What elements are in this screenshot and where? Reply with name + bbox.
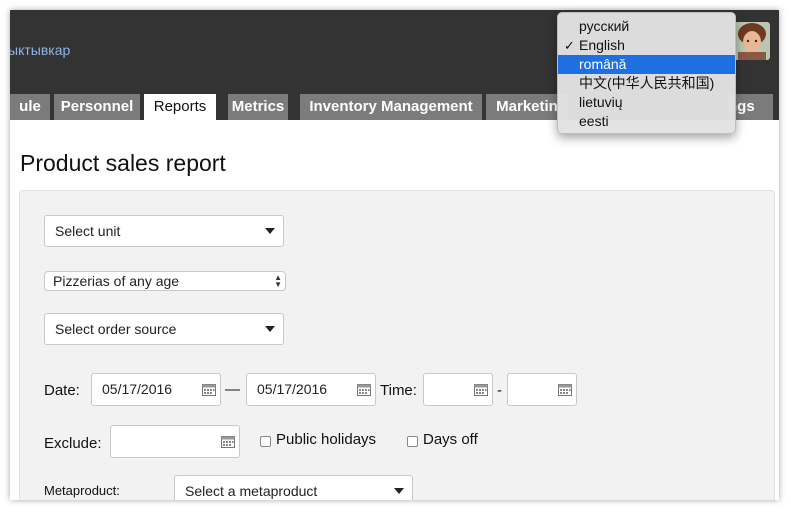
date-to-value: 05/17/2016 — [257, 381, 328, 397]
calendar-icon[interactable] — [202, 383, 216, 396]
order-source-select[interactable]: Select order source — [44, 313, 284, 345]
days-off-label: Days off — [423, 431, 478, 448]
date-from-input[interactable]: 05/17/2016 — [91, 373, 221, 406]
exclude-label: Exclude: — [44, 435, 102, 452]
pizzeria-age-select-value: Pizzerias of any age — [53, 273, 180, 289]
time-to-input[interactable] — [507, 373, 577, 406]
up-down-arrows-icon: ▲ ▼ — [274, 273, 282, 289]
language-option-romanian[interactable]: română — [558, 55, 735, 74]
chevron-down-icon — [265, 326, 275, 332]
chevron-down-icon — [394, 488, 404, 494]
calendar-icon[interactable] — [221, 435, 235, 448]
date-from-value: 05/17/2016 — [102, 381, 173, 397]
date-label: Date: — [44, 382, 80, 399]
time-label: Time: — [380, 382, 417, 399]
language-option-russian[interactable]: русский — [558, 17, 735, 36]
date-separator: — — [225, 381, 240, 398]
tab-marketing[interactable]: Marketin — [486, 94, 568, 120]
calendar-icon[interactable] — [558, 383, 572, 396]
time-from-input[interactable] — [423, 373, 493, 406]
main-content: Product sales report Select unit Pizzeri… — [10, 120, 779, 500]
unit-select-value: Select unit — [55, 223, 121, 239]
language-option-label: русский — [579, 18, 630, 34]
tab-reports[interactable]: Reports — [144, 94, 216, 120]
unit-select[interactable]: Select unit — [44, 215, 284, 247]
language-menu: русский ✓ English română 中文(中华人民共和国) lie… — [557, 12, 736, 134]
tab-metrics[interactable]: Metrics — [228, 94, 288, 120]
chevron-down-icon — [265, 228, 275, 234]
language-option-label: English — [579, 37, 625, 53]
public-holidays-checkbox[interactable] — [260, 436, 271, 447]
page-title: Product sales report — [20, 150, 226, 176]
city-link[interactable]: ыктывкар — [10, 42, 70, 58]
days-off-checkbox[interactable] — [407, 436, 418, 447]
language-option-estonian[interactable]: eesti — [558, 112, 735, 131]
language-option-label: română — [579, 56, 627, 72]
language-option-lithuanian[interactable]: lietuvių — [558, 93, 735, 112]
language-option-label: eesti — [579, 113, 609, 129]
exclude-date-input[interactable] — [110, 425, 240, 458]
filter-panel: Select unit Pizzerias of any age ▲ ▼ Sele… — [19, 190, 775, 500]
language-option-label: 中文(中华人民共和国) — [579, 75, 715, 91]
language-option-label: lietuvių — [579, 94, 623, 110]
tab-personnel[interactable]: Personnel — [54, 94, 140, 120]
order-source-select-value: Select order source — [55, 321, 177, 337]
public-holidays-label: Public holidays — [276, 431, 377, 448]
tab-inventory-management[interactable]: Inventory Management — [300, 94, 482, 120]
tab-schedule[interactable]: ule — [10, 94, 50, 120]
metaproduct-label: Metaproduct: — [44, 483, 120, 498]
language-option-english[interactable]: ✓ English — [558, 36, 735, 55]
metaproduct-select-value: Select a metaproduct — [185, 483, 318, 499]
date-to-input[interactable]: 05/17/2016 — [246, 373, 376, 406]
language-option-chinese[interactable]: 中文(中华人民共和国) — [558, 74, 735, 93]
metaproduct-select[interactable]: Select a metaproduct — [174, 475, 413, 500]
pizzeria-age-select[interactable]: Pizzerias of any age ▲ ▼ — [44, 271, 286, 291]
time-separator: - — [497, 382, 502, 399]
user-avatar[interactable] — [734, 22, 770, 60]
calendar-icon[interactable] — [357, 383, 371, 396]
calendar-icon[interactable] — [474, 383, 488, 396]
checkmark-icon: ✓ — [564, 38, 575, 53]
